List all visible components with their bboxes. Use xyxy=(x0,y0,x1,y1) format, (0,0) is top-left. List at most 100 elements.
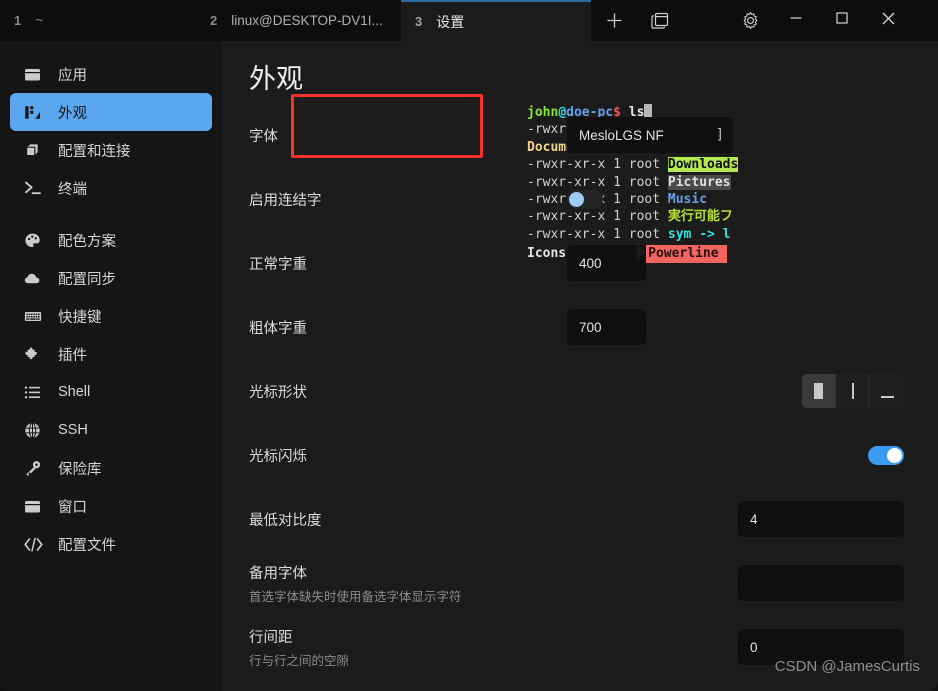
setting-label: 粗体字重 xyxy=(249,320,307,337)
font-input[interactable] xyxy=(567,117,733,153)
sidebar-item-label: SSH xyxy=(58,422,88,438)
setting-control xyxy=(567,565,904,601)
bold-weight-input[interactable] xyxy=(567,309,646,345)
tab-label: linux@DESKTOP-DV1I... xyxy=(231,13,383,28)
setting-label: 行间距 xyxy=(249,629,293,646)
setting-row-normal-weight: 正常字重 xyxy=(222,231,938,295)
settings-button[interactable] xyxy=(727,0,773,41)
cloud-icon xyxy=(24,268,46,288)
sidebar-item-plugins[interactable]: 插件 xyxy=(10,335,212,373)
code-icon xyxy=(24,534,46,554)
sidebar-item-label: 快捷键 xyxy=(58,309,102,326)
keyboard-icon xyxy=(24,306,46,326)
setting-control: ] xyxy=(567,117,904,153)
setting-label-box: 粗体字重 xyxy=(249,317,567,338)
sidebar-item-label: 终端 xyxy=(58,181,87,198)
sidebar-item-label: 窗口 xyxy=(58,499,87,516)
screenshot-root: 1 ~ 2 linux@DESKTOP-DV1I... 3 设置 应用 外观 配… xyxy=(0,0,938,691)
sidebar-item-appearance[interactable]: 外观 xyxy=(10,93,212,131)
plus-icon xyxy=(606,12,623,29)
sidebar-item-label: Shell xyxy=(58,384,91,400)
setting-label-box: 正常字重 xyxy=(249,253,567,274)
setting-label: 光标形状 xyxy=(249,384,307,401)
cursor-blink-toggle[interactable] xyxy=(868,445,904,465)
tab-label: ~ xyxy=(35,13,44,28)
sidebar-item-color-scheme[interactable]: 配色方案 xyxy=(10,221,212,259)
normal-weight-input[interactable] xyxy=(567,245,646,281)
setting-label-box: 行间距 行与行之间的空隙 xyxy=(249,626,567,669)
close-icon xyxy=(881,11,896,31)
sidebar-item-config-sync[interactable]: 配置同步 xyxy=(10,259,212,297)
title-bar: 1 ~ 2 linux@DESKTOP-DV1I... 3 设置 xyxy=(0,0,938,41)
setting-control xyxy=(567,445,904,465)
sidebar-item-profiles-connections[interactable]: 配置和连接 xyxy=(10,131,212,169)
tab-1[interactable]: 1 ~ xyxy=(0,0,196,41)
close-button[interactable] xyxy=(865,0,911,41)
cursor-shape-underline-button[interactable] xyxy=(870,374,904,408)
setting-row-font: 字体 ] xyxy=(222,103,938,167)
sidebar-item-terminal[interactable]: 终端 xyxy=(10,169,212,207)
sidebar-item-app[interactable]: 应用 xyxy=(10,55,212,93)
powerline-arrow-dark-icon xyxy=(637,243,647,262)
setting-label: 启用连结字 xyxy=(249,192,322,209)
globe-icon xyxy=(24,420,46,440)
tab-2[interactable]: 2 linux@DESKTOP-DV1I... xyxy=(196,0,401,41)
setting-label: 字体 xyxy=(249,128,278,145)
cursor-underline-icon xyxy=(880,396,894,398)
setting-sublabel: 首选字体缺失时使用备选字体显示字符 xyxy=(249,589,462,604)
sidebar-item-window[interactable]: 窗口 xyxy=(10,487,212,525)
list-icon xyxy=(24,382,46,402)
tab-number: 3 xyxy=(415,14,423,29)
setting-label-box: 启用连结字 xyxy=(249,189,567,210)
setting-row-min-contrast: 最低对比度 xyxy=(222,487,938,551)
cursor-shape-bar-button[interactable] xyxy=(836,374,870,408)
minimize-button[interactable] xyxy=(773,0,819,41)
setting-control xyxy=(567,309,904,345)
sidebar-item-label: 保险库 xyxy=(58,461,102,478)
profiles-icon xyxy=(24,140,46,160)
setting-label: 最低对比度 xyxy=(249,512,322,529)
gear-icon xyxy=(741,11,760,30)
window-icon xyxy=(24,496,46,516)
minimize-icon xyxy=(789,11,803,30)
maximize-button[interactable] xyxy=(819,0,865,41)
fallback-font-input[interactable] xyxy=(738,565,904,601)
sidebar-item-label: 外观 xyxy=(58,105,87,122)
sidebar-item-label: 配色方案 xyxy=(58,233,116,250)
terminal-settings-window: 1 ~ 2 linux@DESKTOP-DV1I... 3 设置 应用 外观 配… xyxy=(0,0,938,691)
tab-number: 1 xyxy=(14,13,22,28)
tab-3-settings[interactable]: 3 设置 xyxy=(401,0,591,41)
cursor-shape-block-button[interactable] xyxy=(802,374,836,408)
sidebar-item-label: 配置和连接 xyxy=(58,143,131,160)
sidebar-item-ssh[interactable]: SSH xyxy=(10,411,212,449)
sidebar-separator xyxy=(0,207,222,221)
setting-label: 正常字重 xyxy=(249,256,307,273)
appearance-icon xyxy=(24,102,46,122)
settings-list: 字体 ] 启用连结字 xyxy=(222,103,938,679)
sidebar-item-config-file[interactable]: 配置文件 xyxy=(10,525,212,563)
ligatures-toggle[interactable] xyxy=(567,189,603,209)
setting-row-cursor-blink: 光标闪烁 xyxy=(222,423,938,487)
app-window-icon xyxy=(24,64,46,84)
setting-row-bold-weight: 粗体字重 xyxy=(222,295,938,359)
maximize-icon xyxy=(835,11,849,30)
toggle-knob xyxy=(569,191,584,207)
setting-label-box: 最低对比度 xyxy=(249,509,567,530)
min-contrast-input[interactable] xyxy=(738,501,904,537)
cursor-bar-icon xyxy=(851,383,854,399)
setting-control xyxy=(567,501,904,537)
setting-label-box: 光标形状 xyxy=(249,381,567,402)
sidebar: 应用 外观 配置和连接 终端 配色方案 配置同步 快捷键 插件 Shell SS… xyxy=(0,41,222,691)
split-pane-button[interactable] xyxy=(637,0,683,41)
tab-number: 2 xyxy=(210,13,218,28)
toggle-knob xyxy=(887,447,902,463)
sidebar-item-shell[interactable]: Shell xyxy=(10,373,212,411)
title-bar-actions xyxy=(591,0,773,41)
sidebar-item-hotkeys[interactable]: 快捷键 xyxy=(10,297,212,335)
setting-control xyxy=(567,189,904,209)
sidebar-item-vault[interactable]: 保险库 xyxy=(10,449,212,487)
split-pane-icon xyxy=(651,12,669,30)
new-tab-button[interactable] xyxy=(591,0,637,41)
font-input-wrapper: ] xyxy=(567,117,733,153)
sidebar-item-label: 配置同步 xyxy=(58,271,116,288)
